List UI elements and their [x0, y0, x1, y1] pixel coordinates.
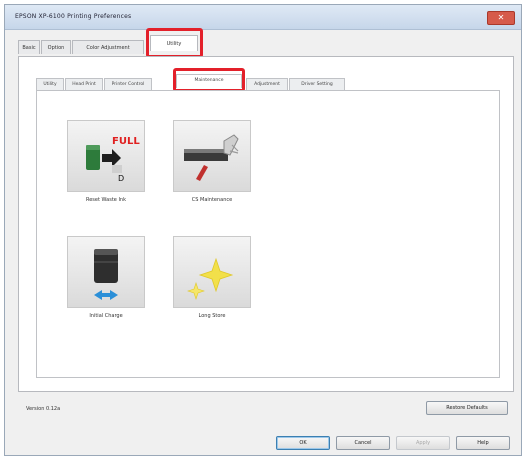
restore-defaults-button[interactable]: Restore Defaults	[426, 401, 508, 415]
subtab-maintenance[interactable]: Maintenance	[176, 74, 242, 88]
initial-charge-label: Initial Charge	[89, 313, 123, 319]
long-store-tile[interactable]	[173, 236, 251, 308]
help-button[interactable]: Help	[456, 436, 510, 450]
initial-charge-tile[interactable]	[67, 236, 145, 308]
subtab-adjustment[interactable]: Adjustment	[246, 78, 288, 90]
reset-waste-ink-tile[interactable]: D FULL	[67, 120, 145, 192]
subtab-head-print[interactable]: Head Print	[65, 78, 103, 90]
sparkle-icon	[187, 257, 234, 300]
cs-maintenance-label: CS Maintenance	[191, 197, 233, 203]
subtab-driver-setting[interactable]: Driver Setting	[289, 78, 345, 90]
apply-button[interactable]: Apply	[396, 436, 450, 450]
title-bar[interactable]: EPSON XP-6100 Printing Preferences ✕	[5, 5, 521, 30]
maintenance-icon	[184, 134, 239, 181]
full-indicator: FULL	[112, 136, 140, 147]
waste-ink-icon: D	[86, 145, 124, 183]
tab-option[interactable]: Option	[41, 40, 71, 54]
subtab-printer-control[interactable]: Printer Control	[104, 78, 152, 90]
svg-text:D: D	[118, 174, 124, 183]
tab-utility[interactable]: Utility	[150, 35, 198, 51]
window-title: EPSON XP-6100 Printing Preferences	[15, 13, 132, 20]
ok-button[interactable]: OK	[276, 436, 330, 450]
tab-basic[interactable]: Basic	[18, 40, 40, 54]
long-store-label: Long Store	[198, 313, 226, 319]
close-button[interactable]: ✕	[487, 11, 515, 25]
cs-maintenance-tile[interactable]	[173, 120, 251, 192]
version-label: Version 0.12a	[26, 406, 61, 412]
subtab-utility[interactable]: Utility	[36, 78, 64, 90]
reset-waste-ink-label: Reset Waste Ink	[85, 197, 126, 203]
cancel-button[interactable]: Cancel	[336, 436, 390, 450]
ink-charge-icon	[94, 249, 118, 300]
tab-color-adjustment[interactable]: Color Adjustment	[72, 40, 144, 54]
